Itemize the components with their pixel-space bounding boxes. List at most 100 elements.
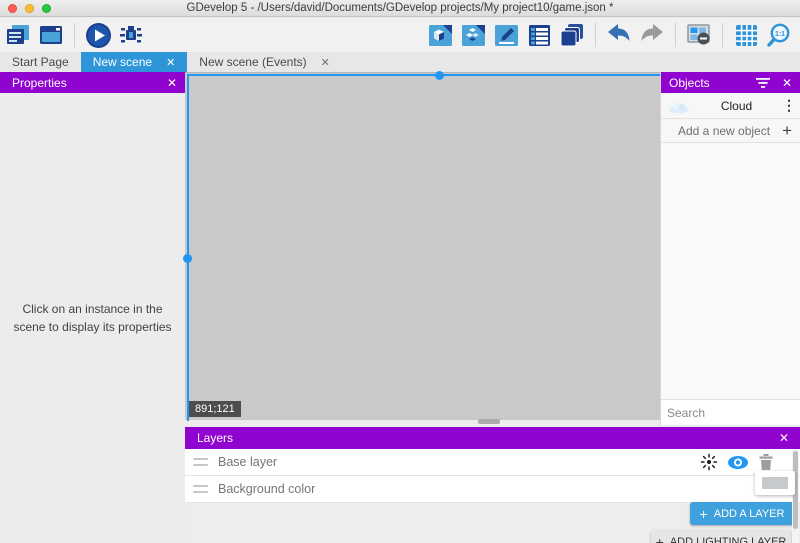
- undo-arrow-icon: [606, 22, 632, 48]
- add-lighting-layer-button[interactable]: + ADD LIGHTING LAYER: [651, 530, 791, 543]
- properties-panel: Properties ✕ Click on an instance in the…: [0, 72, 185, 543]
- tab-label: Start Page: [12, 55, 69, 69]
- start-page-button[interactable]: [38, 22, 64, 48]
- redo-button[interactable]: [639, 22, 665, 48]
- cloud-object-thumbnail-icon: [667, 98, 691, 114]
- layers-panel-title: Layers: [197, 431, 233, 445]
- play-icon: [85, 22, 112, 49]
- layer-effects-icon[interactable]: [700, 453, 718, 471]
- toolbar-left-group: [5, 22, 144, 48]
- toolbar-right-group: 1:1: [427, 22, 792, 48]
- layer-name: Background color: [218, 482, 792, 496]
- zoom-window-button[interactable]: [42, 4, 51, 13]
- background-color-swatch[interactable]: [755, 471, 795, 495]
- render-mask-icon: [686, 22, 712, 48]
- selection-resize-handle-left[interactable]: [183, 254, 192, 263]
- layer-name: Base layer: [218, 455, 700, 469]
- layers-scrollbar[interactable]: [792, 449, 799, 543]
- undo-button[interactable]: [606, 22, 632, 48]
- title-bar: GDevelop 5 - /Users/david/Documents/GDev…: [0, 0, 800, 17]
- objects-panel-title: Objects: [669, 76, 710, 90]
- objects-panel: Objects ✕ Cloud: [660, 72, 800, 425]
- layers-stack-icon: [559, 22, 585, 48]
- window-title: GDevelop 5 - /Users/david/Documents/GDev…: [187, 2, 614, 14]
- grid-icon: [734, 23, 759, 48]
- properties-empty-message: Click on an instance in the scene to dis…: [0, 300, 185, 336]
- layer-visibility-eye-icon[interactable]: [727, 455, 749, 470]
- filter-objects-icon[interactable]: [756, 78, 770, 88]
- add-lighting-layer-label: ADD LIGHTING LAYER: [670, 536, 787, 543]
- objects-search-row: [661, 399, 800, 425]
- svg-text:1:1: 1:1: [775, 31, 785, 38]
- objects-panel-header: Objects ✕: [661, 72, 800, 93]
- close-properties-icon[interactable]: ✕: [167, 72, 177, 93]
- close-tab-icon[interactable]: ✕: [321, 56, 330, 69]
- object-menu-icon[interactable]: ⋮: [782, 97, 794, 114]
- plus-icon: +: [656, 535, 664, 543]
- add-layer-label: ADD A LAYER: [714, 508, 785, 520]
- tab-label: New scene: [93, 55, 152, 69]
- selection-resize-handle-top[interactable]: [435, 71, 444, 80]
- close-tab-icon[interactable]: ✕: [166, 56, 175, 69]
- objects-list-empty-area: [661, 143, 800, 399]
- cursor-coordinates-badge: 891;121: [189, 401, 241, 417]
- close-layers-icon[interactable]: ✕: [779, 427, 789, 448]
- open-events-button[interactable]: [526, 22, 552, 48]
- scene-canvas[interactable]: 891;121: [185, 72, 660, 420]
- edit-object-groups-button[interactable]: [460, 22, 486, 48]
- add-object-row[interactable]: Add a new object +: [661, 119, 800, 143]
- main-toolbar: 1:1: [0, 18, 800, 52]
- canvas-horizontal-scrollbar[interactable]: [478, 419, 500, 424]
- toolbar-separator: [675, 23, 676, 47]
- close-objects-icon[interactable]: ✕: [782, 76, 792, 90]
- debug-button[interactable]: [118, 22, 144, 48]
- tab-label: New scene (Events): [199, 55, 306, 69]
- plus-icon: +: [700, 507, 708, 521]
- layer-delete-trash-icon[interactable]: [758, 453, 774, 471]
- tab-new-scene[interactable]: New scene ✕: [81, 52, 188, 72]
- toggle-mask-button[interactable]: [686, 22, 712, 48]
- events-sheet-icon: [527, 23, 552, 48]
- preview-button[interactable]: [85, 22, 111, 48]
- toggle-grid-button[interactable]: [733, 22, 759, 48]
- add-object-label: Add a new object: [678, 124, 770, 138]
- edit-pencil-icon: [494, 23, 519, 48]
- properties-panel-header: Properties ✕: [0, 72, 185, 93]
- selection-top-edge: [187, 74, 660, 76]
- layer-row-base-layer[interactable]: Base layer: [185, 449, 800, 476]
- objects-search-input[interactable]: [667, 406, 800, 420]
- edit-objects-button[interactable]: [427, 22, 453, 48]
- traffic-lights: [8, 4, 51, 13]
- add-object-plus-icon: +: [782, 122, 792, 139]
- drag-handle-icon[interactable]: [193, 458, 208, 466]
- zoom-original-button[interactable]: 1:1: [766, 22, 792, 48]
- object-groups-icon: [461, 23, 486, 48]
- toolbar-separator: [722, 23, 723, 47]
- properties-panel-title: Properties: [12, 76, 67, 90]
- scene-properties-button[interactable]: [493, 22, 519, 48]
- add-layer-button[interactable]: + ADD A LAYER: [690, 502, 794, 525]
- layers-panel: Layers ✕ Base layer: [185, 427, 800, 543]
- close-window-button[interactable]: [8, 4, 17, 13]
- drag-handle-icon[interactable]: [193, 485, 208, 493]
- editor-tabs: Start Page New scene ✕ New scene (Events…: [0, 52, 800, 72]
- project-manager-button[interactable]: [5, 22, 31, 48]
- objects-editor-icon: [428, 23, 453, 48]
- object-list-item-cloud[interactable]: Cloud ⋮: [661, 93, 800, 119]
- object-name: Cloud: [691, 99, 782, 113]
- redo-arrow-icon: [639, 22, 665, 48]
- tab-start-page[interactable]: Start Page: [0, 52, 81, 72]
- debug-bug-icon: [118, 22, 144, 48]
- toolbar-separator: [595, 23, 596, 47]
- background-color-value: [762, 477, 788, 489]
- toolbar-separator: [74, 23, 75, 47]
- layers-panel-header: Layers ✕: [185, 427, 800, 449]
- start-page-window-icon: [38, 22, 64, 48]
- gdevelop-window: GDevelop 5 - /Users/david/Documents/GDev…: [0, 0, 800, 543]
- project-manager-icon: [5, 22, 31, 48]
- selection-left-edge: [187, 74, 189, 421]
- layer-row-background-color[interactable]: Background color: [185, 476, 800, 503]
- open-layers-button[interactable]: [559, 22, 585, 48]
- tab-new-scene-events[interactable]: New scene (Events) ✕: [187, 52, 342, 72]
- minimize-window-button[interactable]: [25, 4, 34, 13]
